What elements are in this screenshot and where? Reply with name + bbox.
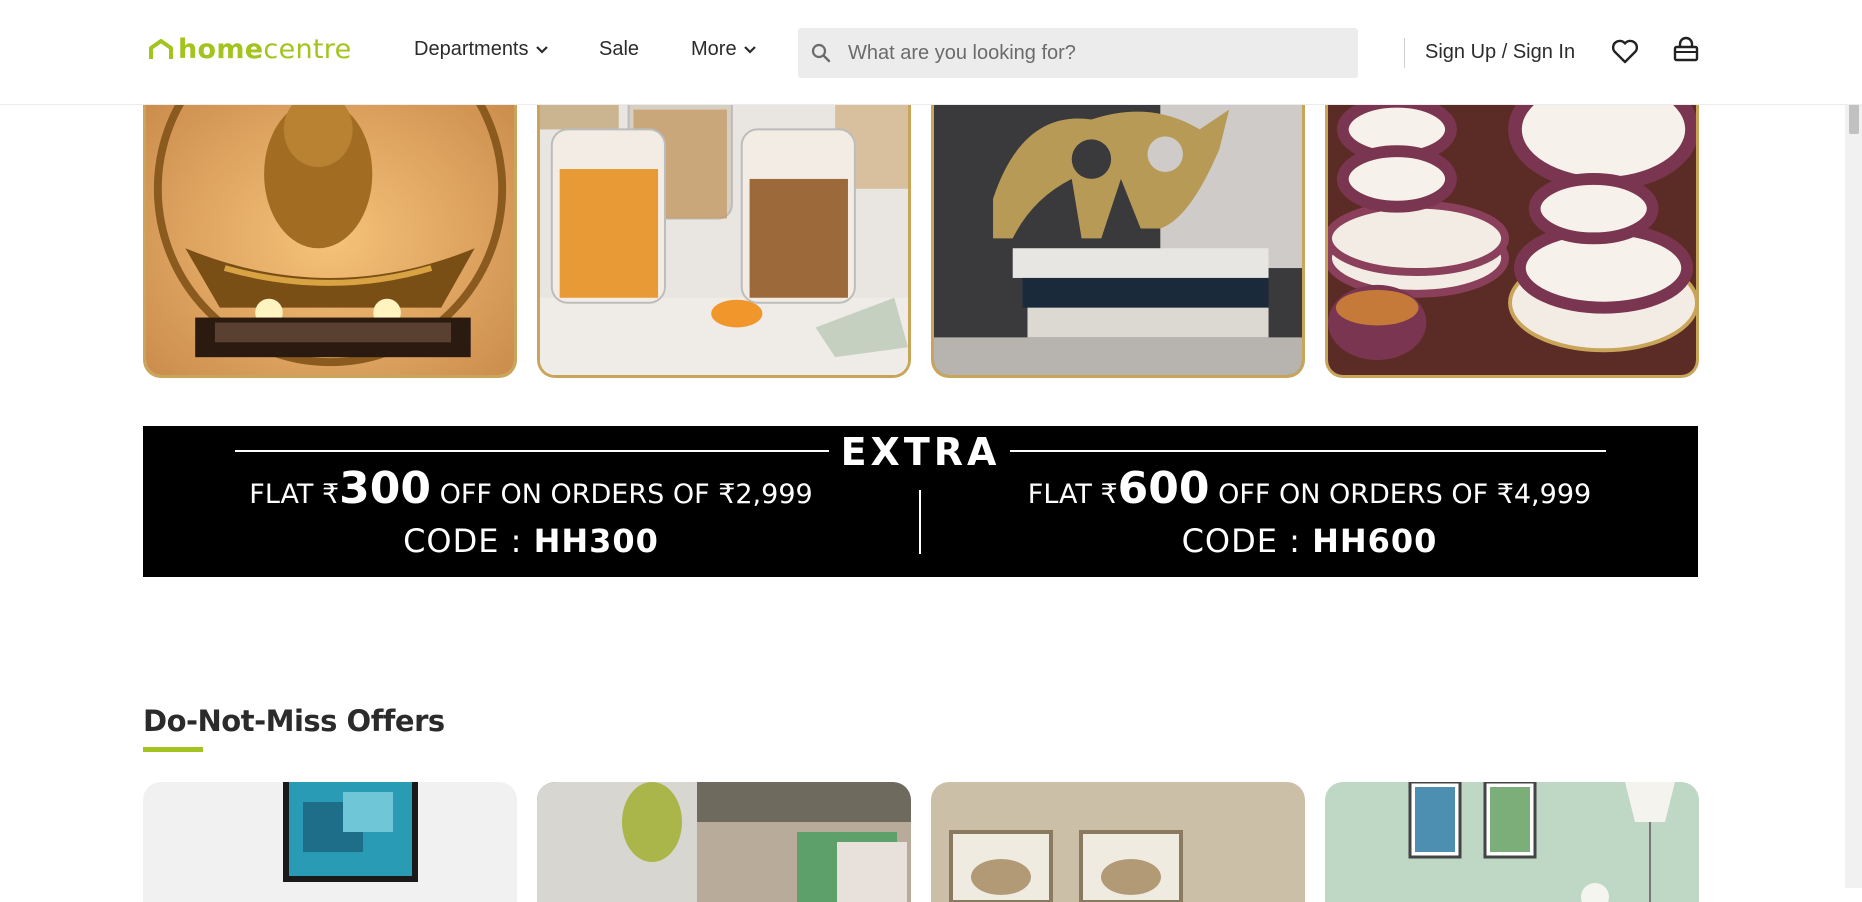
offer-card-frames[interactable] bbox=[931, 782, 1305, 902]
nav-departments[interactable]: Departments bbox=[414, 38, 549, 61]
section-underline bbox=[143, 747, 203, 752]
chevron-down-icon bbox=[743, 45, 756, 54]
search-input[interactable] bbox=[848, 41, 1328, 65]
nav-more[interactable]: More bbox=[691, 38, 757, 61]
bull-sculpture-image bbox=[934, 70, 1302, 375]
category-card-dinner-set[interactable] bbox=[1325, 70, 1699, 378]
offer-hh300: FLAT ₹300 OFF ON ORDERS OF ₹2,999 CODE :… bbox=[143, 462, 919, 560]
cushions-image bbox=[537, 782, 911, 902]
offer-card-wall-art[interactable] bbox=[143, 782, 517, 902]
house-logo-icon bbox=[149, 38, 173, 59]
nav-more-label: More bbox=[691, 38, 737, 60]
search-icon[interactable] bbox=[810, 42, 832, 64]
offer-hh300-code: CODE : HH300 bbox=[403, 522, 659, 560]
header-divider bbox=[1404, 38, 1405, 68]
nav-departments-label: Departments bbox=[414, 38, 529, 60]
nav-sale-label: Sale bbox=[599, 38, 640, 60]
category-card-jars[interactable] bbox=[537, 70, 911, 378]
offer-card-living-room[interactable] bbox=[1325, 782, 1699, 902]
offer-hh600-line: FLAT ₹600 OFF ON ORDERS OF ₹4,999 bbox=[1027, 463, 1592, 514]
dinner-set-image bbox=[1328, 70, 1696, 375]
category-card-ganesha[interactable] bbox=[143, 70, 517, 378]
offer-hh600: FLAT ₹600 OFF ON ORDERS OF ₹4,999 CODE :… bbox=[921, 462, 1698, 560]
offer-card-cushions[interactable] bbox=[537, 782, 911, 902]
homecentre-logo[interactable]: homecentre bbox=[148, 34, 352, 65]
section-title: Do-Not-Miss Offers bbox=[143, 704, 445, 738]
living-room-image bbox=[1325, 782, 1699, 902]
heart-icon[interactable] bbox=[1610, 36, 1640, 66]
category-card-sculpture[interactable] bbox=[931, 70, 1305, 378]
bag-icon[interactable] bbox=[1671, 36, 1701, 66]
signin-link[interactable]: Sign Up / Sign In bbox=[1425, 41, 1575, 64]
ganesha-decor-image bbox=[146, 70, 514, 375]
frames-image bbox=[931, 782, 1305, 902]
offer-hh300-line: FLAT ₹300 OFF ON ORDERS OF ₹2,999 bbox=[249, 463, 813, 514]
search-bar[interactable] bbox=[798, 28, 1358, 78]
glass-jars-image bbox=[540, 70, 908, 375]
site-header: homecentre Departments Sale More Sign Up… bbox=[0, 0, 1862, 105]
offer-hh600-code: CODE : HH600 bbox=[1181, 522, 1438, 560]
wall-art-image bbox=[143, 782, 517, 902]
nav-sale[interactable]: Sale bbox=[599, 38, 639, 61]
chevron-down-icon bbox=[535, 45, 548, 54]
promo-banner[interactable]: EXTRA FLAT ₹300 OFF ON ORDERS OF ₹2,999 … bbox=[143, 426, 1698, 577]
logo-text: homecentre bbox=[178, 34, 352, 65]
page-scrollbar[interactable] bbox=[1845, 0, 1862, 888]
